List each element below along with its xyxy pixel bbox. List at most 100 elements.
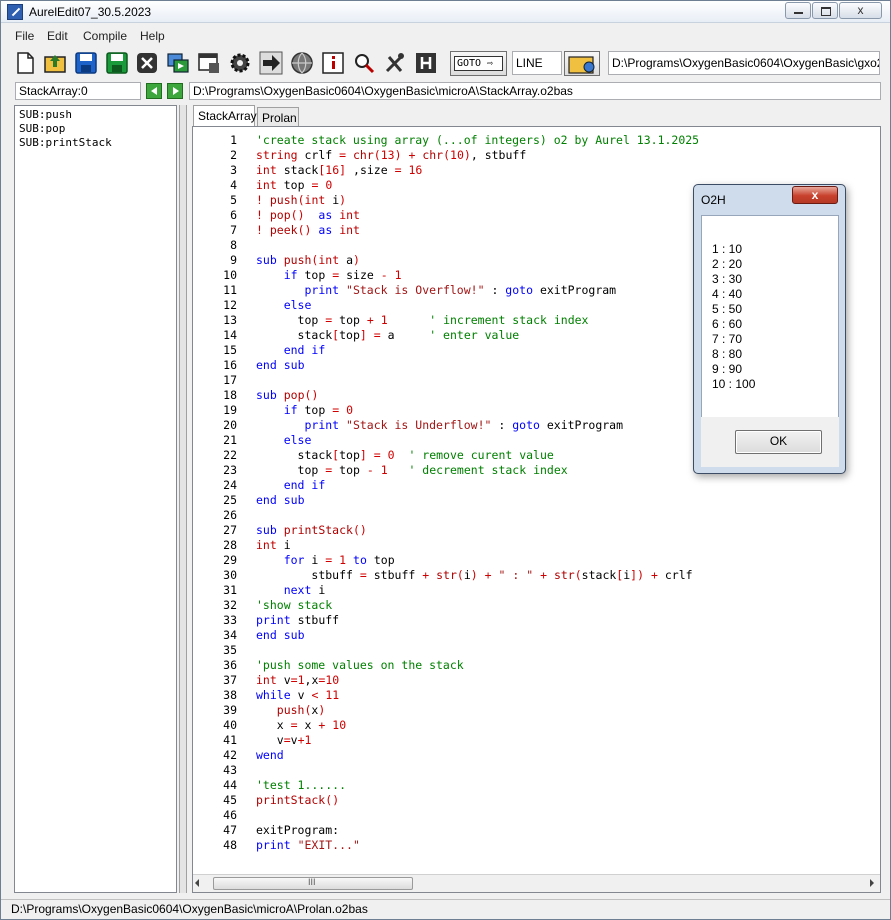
globe-icon[interactable] xyxy=(290,51,314,75)
code-line[interactable]: if top = 0 xyxy=(256,403,353,418)
code-line[interactable]: sub printStack() xyxy=(256,523,367,538)
menu-bar: File Edit Compile Help xyxy=(1,27,890,45)
code-line[interactable]: 'create stack using array (...of integer… xyxy=(256,133,699,148)
line-number: 4 xyxy=(230,178,237,192)
line-number: 12 xyxy=(223,298,237,312)
code-line[interactable]: end if xyxy=(256,343,326,358)
maximize-button[interactable] xyxy=(812,2,838,19)
code-line[interactable]: push(x) xyxy=(256,703,326,718)
code-line[interactable]: else xyxy=(256,433,312,448)
code-line[interactable]: ! push(int i) xyxy=(256,193,346,208)
minimize-button[interactable] xyxy=(785,2,811,19)
code-line[interactable]: else xyxy=(256,298,312,313)
output-line: 3 : 30 xyxy=(712,272,743,286)
code-line[interactable]: for i = 1 to top xyxy=(256,553,395,568)
info-icon[interactable] xyxy=(321,51,345,75)
code-line[interactable]: int top = 0 xyxy=(256,178,332,193)
line-number: 21 xyxy=(223,433,237,447)
code-line[interactable]: stbuff = stbuff + str(i) + " : " + str(s… xyxy=(256,568,692,583)
search-icon[interactable] xyxy=(352,51,376,75)
menu-help[interactable]: Help xyxy=(140,29,165,43)
scroll-thumb[interactable]: III xyxy=(213,877,413,890)
code-line[interactable]: x = x + 10 xyxy=(256,718,346,733)
help-h-icon[interactable] xyxy=(414,51,438,75)
output-line: 2 : 20 xyxy=(712,257,743,271)
list-item[interactable]: SUB:push xyxy=(19,108,176,122)
menu-file[interactable]: File xyxy=(15,29,34,43)
code-line[interactable]: if top = size - 1 xyxy=(256,268,402,283)
close-window-button[interactable]: x xyxy=(839,2,882,19)
save-icon[interactable] xyxy=(74,51,98,75)
code-line[interactable]: exitProgram: xyxy=(256,823,339,838)
goto-button[interactable]: GOTO ⇨ xyxy=(450,51,507,76)
list-item[interactable]: SUB:printStack xyxy=(19,136,176,150)
line-number: 48 xyxy=(223,838,237,852)
tools-icon[interactable] xyxy=(383,51,407,75)
code-line[interactable]: 'push some values on the stack xyxy=(256,658,464,673)
run-icon[interactable] xyxy=(166,51,190,75)
code-line[interactable]: wend xyxy=(256,748,284,763)
code-line[interactable]: stack[top] = a ' enter value xyxy=(256,328,520,343)
scroll-right-icon[interactable] xyxy=(870,879,874,887)
code-line[interactable]: while v < 11 xyxy=(256,688,339,703)
code-line[interactable]: next i xyxy=(256,583,326,598)
code-line[interactable]: end sub xyxy=(256,358,305,373)
code-line[interactable]: v=v+1 xyxy=(256,733,312,748)
line-number: 20 xyxy=(223,418,237,432)
panel-splitter[interactable] xyxy=(179,105,187,893)
code-line[interactable]: 'test 1...... xyxy=(256,778,346,793)
tab-stackarray[interactable]: StackArray xyxy=(193,105,257,127)
previous-sub-button[interactable] xyxy=(146,83,162,99)
code-line[interactable]: printStack() xyxy=(256,793,339,808)
close-file-icon[interactable] xyxy=(135,51,159,75)
code-line[interactable]: top = top + 1 ' increment stack index xyxy=(256,313,589,328)
code-line[interactable]: stack[top] = 0 ' remove curent value xyxy=(256,448,554,463)
code-line[interactable]: end sub xyxy=(256,493,305,508)
line-number-input[interactable]: LINE xyxy=(512,51,562,75)
code-line[interactable]: ! peek() as int xyxy=(256,223,360,238)
horizontal-scrollbar[interactable]: III xyxy=(193,874,880,892)
next-sub-button[interactable] xyxy=(167,83,183,99)
dialog-close-button[interactable]: x xyxy=(792,186,838,204)
code-line[interactable]: end if xyxy=(256,478,326,493)
code-line[interactable]: int stack[16] ,size = 16 xyxy=(256,163,422,178)
code-line[interactable]: int v=1,x=10 xyxy=(256,673,339,688)
compiler-path-field[interactable]: D:\Programs\OxygenBasic0604\OxygenBasic\… xyxy=(608,51,880,75)
save-as-icon[interactable] xyxy=(105,51,129,75)
code-line[interactable]: int i xyxy=(256,538,291,553)
ok-button[interactable]: OK xyxy=(735,430,822,454)
line-number: 3 xyxy=(230,163,237,177)
code-line[interactable]: sub pop() xyxy=(256,388,318,403)
line-number: 9 xyxy=(230,253,237,267)
close-icon: x xyxy=(811,188,819,202)
settings-gear-icon[interactable] xyxy=(228,51,252,75)
code-line[interactable]: end sub xyxy=(256,628,305,643)
tab-prolan[interactable]: Prolan xyxy=(257,107,299,127)
new-file-icon[interactable] xyxy=(13,51,37,75)
title-bar[interactable]: AurelEdit07_30.5.2023 x xyxy=(1,1,890,23)
compile-icon[interactable] xyxy=(197,51,221,75)
dialog-output-text: 1 : 10 2 : 20 3 : 30 4 : 40 5 : 50 6 : 60 7 : … xyxy=(712,242,755,392)
code-line[interactable]: string crlf = chr(13) + chr(10), stbuff xyxy=(256,148,526,163)
list-item[interactable]: SUB:pop xyxy=(19,122,176,136)
code-line[interactable]: 'show stack xyxy=(256,598,332,613)
code-line[interactable]: top = top - 1 ' decrement stack index xyxy=(256,463,568,478)
code-line[interactable]: print "EXIT..." xyxy=(256,838,360,853)
go-arrow-icon[interactable] xyxy=(259,51,283,75)
code-line[interactable]: print "Stack is Underflow!" : goto exitP… xyxy=(256,418,623,433)
compiler-folder-button[interactable] xyxy=(564,51,600,76)
code-line[interactable]: print "Stack is Overflow!" : goto exitPr… xyxy=(256,283,616,298)
output-line: 9 : 90 xyxy=(712,362,743,376)
sub-selector[interactable]: StackArray:0 xyxy=(15,82,141,100)
code-line[interactable]: sub push(int a) xyxy=(256,253,360,268)
output-line: 8 : 80 xyxy=(712,347,743,361)
scroll-left-icon[interactable] xyxy=(195,879,199,887)
line-number: 1 xyxy=(230,133,237,147)
code-line[interactable]: print stbuff xyxy=(256,613,339,628)
open-folder-icon[interactable] xyxy=(43,51,67,75)
line-number: 6 xyxy=(230,208,237,222)
menu-compile[interactable]: Compile xyxy=(83,29,127,43)
menu-edit[interactable]: Edit xyxy=(47,29,68,43)
code-line[interactable]: ! pop() as int xyxy=(256,208,360,223)
file-path-field[interactable]: D:\Programs\OxygenBasic0604\OxygenBasic\… xyxy=(189,82,881,100)
